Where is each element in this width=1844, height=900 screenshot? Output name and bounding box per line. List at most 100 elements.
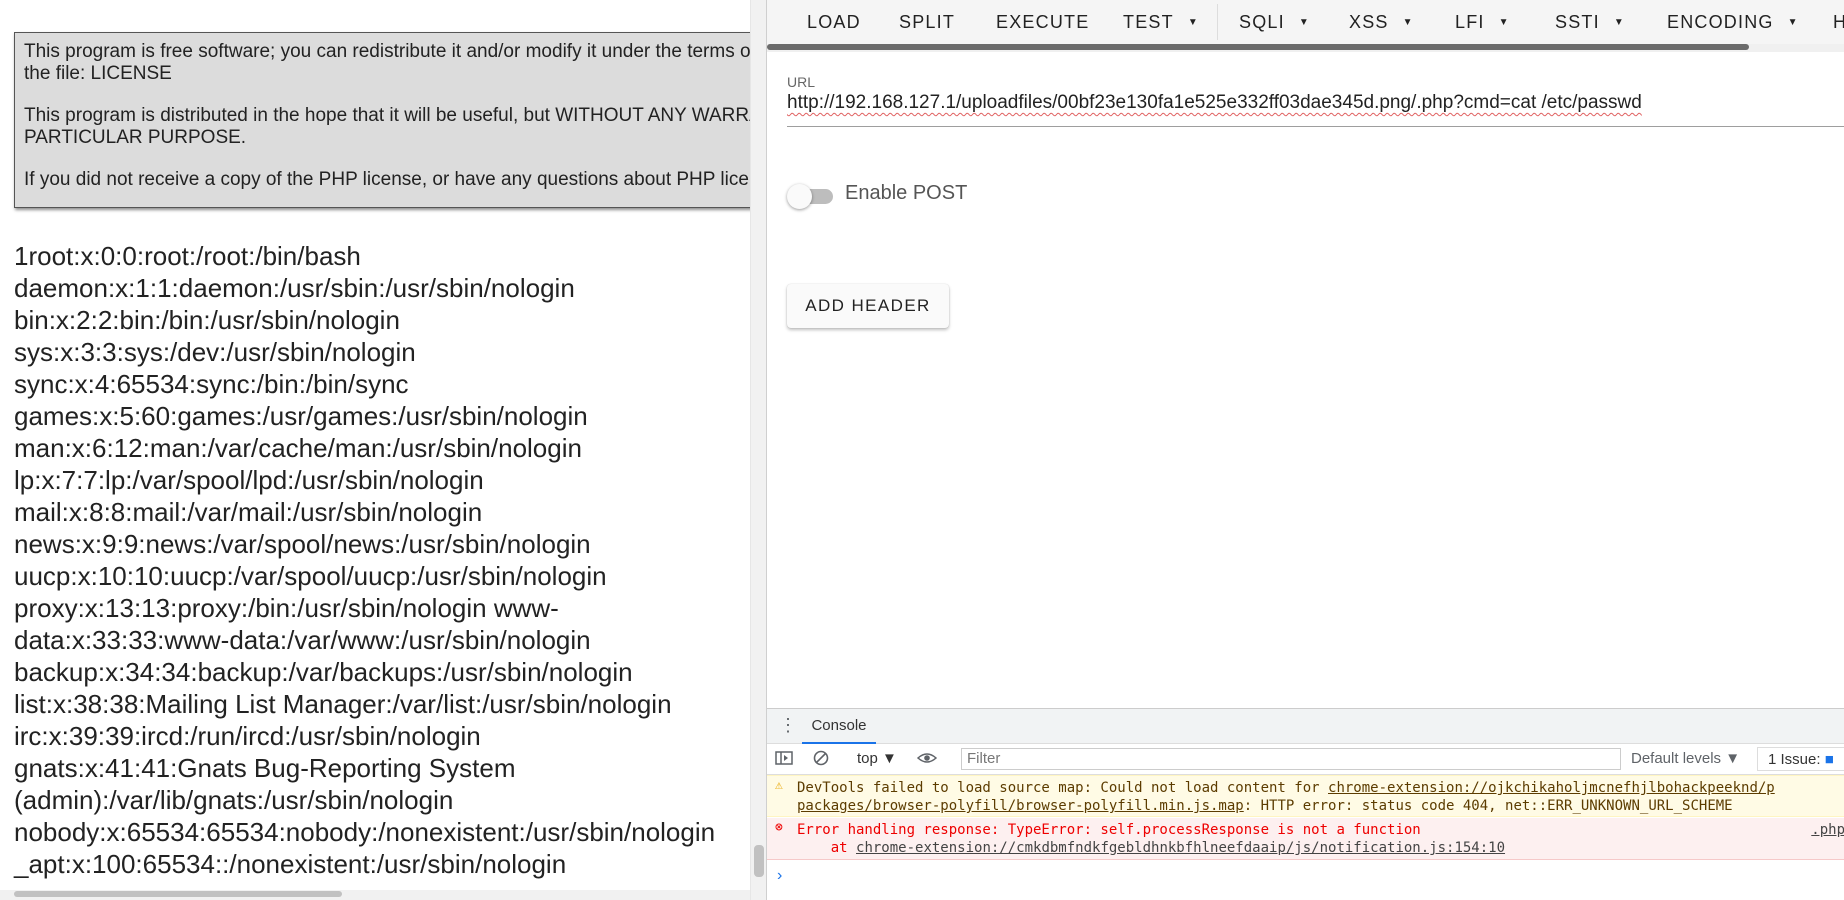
source-map-link[interactable]: chrome-extension://ojkchikaholjmcnefhjlb…	[1328, 780, 1775, 796]
sidebar-toggle-glyph	[775, 751, 793, 765]
xss-menu[interactable]: XSS ▼	[1349, 10, 1414, 34]
eye-glyph	[916, 753, 938, 763]
license-text-2b: PARTICULAR PURPOSE.	[24, 127, 247, 148]
console-drawer: ⋮ Console top ▼ Filter Default levels ▼ …	[767, 708, 1844, 900]
console-filter-input[interactable]: Filter	[961, 748, 1621, 770]
error-source-link[interactable]: .php	[1811, 821, 1844, 839]
license-text-1b: the file: LICENSE	[24, 63, 172, 84]
ssti-label: SSTI	[1555, 11, 1600, 32]
passwd-line: gnats:x:41:41:Gnats Bug-Reporting System	[14, 753, 516, 783]
horizontal-scrollbar[interactable]	[0, 890, 750, 900]
passwd-line: (admin):/var/lib/gnats:/usr/sbin/nologin	[14, 785, 454, 815]
passwd-line: news:x:9:9:news:/var/spool/news:/usr/sbi…	[14, 529, 591, 559]
caret-down-icon: ▼	[1402, 16, 1414, 28]
passwd-line: games:x:5:60:games:/usr/games:/usr/sbin/…	[14, 401, 588, 431]
warning-text: DevTools failed to load source map: Coul…	[797, 780, 1329, 796]
eye-icon[interactable]	[916, 750, 938, 771]
toolbar-scrollbar-thumb[interactable]	[767, 44, 1749, 50]
context-label: top	[857, 750, 878, 767]
warning-line-1: DevTools failed to load source map: Coul…	[797, 779, 1844, 797]
lfi-menu[interactable]: LFI ▼	[1455, 10, 1510, 34]
license-paragraph-1: This program is free software; you can r…	[24, 41, 750, 85]
error-icon: ⊗	[775, 820, 783, 835]
passwd-line: uucp:x:10:10:uucp:/var/spool/uucp:/usr/s…	[14, 561, 607, 591]
toolbar-scrollbar[interactable]	[767, 44, 1844, 52]
license-paragraph-3: If you did not receive a copy of the PHP…	[24, 169, 750, 191]
caret-down-icon: ▼	[1725, 750, 1741, 767]
horizontal-scrollbar-thumb[interactable]	[14, 891, 342, 897]
passwd-line: data:x:33:33:www-data:/var/www:/usr/sbin…	[14, 625, 591, 655]
command-output: 1root:x:0:0:root:/root:/bin/bash daemon:…	[14, 240, 750, 880]
execute-label: EXECUTE	[996, 11, 1090, 32]
tab-console-label: Console	[811, 717, 867, 734]
passwd-line: _apt:x:100:65534::/nonexistent:/usr/sbin…	[14, 849, 567, 879]
passwd-line: list:x:38:38:Mailing List Manager:/var/l…	[14, 689, 672, 719]
toggle-knob	[787, 184, 812, 209]
warning-icon: ⚠	[775, 778, 783, 793]
lfi-label: LFI	[1455, 11, 1485, 32]
encoding-label: ENCODING	[1667, 11, 1774, 32]
tab-console[interactable]: Console	[802, 709, 876, 744]
clear-console-icon[interactable]	[813, 750, 829, 771]
execute-button[interactable]: EXECUTE	[996, 10, 1089, 34]
passwd-line: 1root:x:0:0:root:/root:/bin/bash	[14, 241, 361, 271]
license-box: This program is free software; you can r…	[14, 32, 750, 208]
split-button[interactable]: SPLIT	[899, 10, 955, 34]
polyfill-map-link[interactable]: packages/browser-polyfill/browser-polyfi…	[797, 798, 1244, 814]
enable-post-toggle[interactable]	[787, 184, 833, 209]
license-paragraph-2: This program is distributed in the hope …	[24, 105, 750, 149]
error-stack-line: at chrome-extension://cmkdbmfndkfgebldhn…	[797, 839, 1844, 857]
clear-console-glyph	[813, 750, 829, 766]
add-header-button[interactable]: ADD HEADER	[787, 284, 949, 328]
passwd-line: nobody:x:65534:65534:nobody:/nonexistent…	[14, 817, 716, 847]
console-error-message: ⊗ Error handling response: TypeError: se…	[767, 818, 1844, 860]
passwd-line: proxy:x:13:13:proxy:/bin:/usr/sbin/nolog…	[14, 593, 559, 623]
enable-post-label: Enable POST	[845, 182, 968, 204]
url-label: URL	[787, 74, 816, 90]
hashing-menu[interactable]: H	[1833, 10, 1844, 34]
license-text-1a: This program is free software; you can r…	[24, 41, 750, 62]
hackbar-panel: LOAD SPLIT EXECUTE TEST ▼ SQLI ▼ XSS ▼ LFI ▼…	[766, 0, 1844, 900]
context-select[interactable]: top ▼	[857, 750, 897, 767]
issues-button[interactable]: 1 Issue: ■	[1757, 747, 1844, 771]
caret-down-icon: ▼	[1613, 16, 1625, 28]
passwd-line: mail:x:8:8:mail:/var/mail:/usr/sbin/nolo…	[14, 497, 483, 527]
passwd-line: sys:x:3:3:sys:/dev:/usr/sbin/nologin	[14, 337, 416, 367]
issues-label: 1 Issue:	[1768, 750, 1821, 768]
passwd-line: backup:x:34:34:backup:/var/backups:/usr/…	[14, 657, 633, 687]
load-button[interactable]: LOAD	[807, 10, 861, 34]
notification-script-link[interactable]: chrome-extension://cmkdbmfndkfgebldhnkbf…	[856, 840, 1505, 856]
sidebar-toggle-icon[interactable]	[775, 750, 793, 771]
passwd-line: daemon:x:1:1:daemon:/usr/sbin:/usr/sbin/…	[14, 273, 575, 303]
load-label: LOAD	[807, 11, 861, 32]
vertical-scrollbar-thumb[interactable]	[754, 845, 764, 877]
console-warning-message: ⚠ DevTools failed to load source map: Co…	[767, 775, 1844, 817]
vertical-scrollbar[interactable]	[750, 0, 766, 900]
log-levels-dropdown[interactable]: Default levels ▼	[1631, 750, 1740, 767]
console-toolbar: top ▼ Filter Default levels ▼ 1 Issue: ■	[767, 744, 1844, 775]
console-prompt-icon[interactable]: ›	[777, 867, 782, 885]
toolbar-divider	[1217, 4, 1218, 40]
error-stack-prefix: at	[797, 840, 857, 856]
xss-label: XSS	[1349, 11, 1389, 32]
test-menu[interactable]: TEST ▼	[1123, 10, 1199, 34]
caret-down-icon: ▼	[882, 750, 897, 767]
passwd-line: man:x:6:12:man:/var/cache/man:/usr/sbin/…	[14, 433, 582, 463]
ssti-menu[interactable]: SSTI ▼	[1555, 10, 1625, 34]
encoding-menu[interactable]: ENCODING ▼	[1667, 10, 1799, 34]
passwd-line: irc:x:39:39:ircd:/run/ircd:/usr/sbin/nol…	[14, 721, 481, 751]
warning-line-2: packages/browser-polyfill/browser-polyfi…	[797, 797, 1844, 815]
caret-down-icon: ▼	[1298, 16, 1310, 28]
sqli-menu[interactable]: SQLI ▼	[1239, 10, 1310, 34]
log-levels-label: Default levels	[1631, 750, 1722, 767]
passwd-line: lp:x:7:7:lp:/var/spool/lpd:/usr/sbin/nol…	[14, 465, 484, 495]
license-text-2a: This program is distributed in the hope …	[24, 105, 750, 126]
caret-down-icon: ▼	[1498, 16, 1510, 28]
hashing-label: H	[1833, 12, 1844, 33]
page-content: This program is free software; you can r…	[0, 0, 750, 900]
url-input[interactable]: http://192.168.127.1/uploadfiles/00bf23e…	[787, 92, 1642, 114]
hackbar-toolbar: LOAD SPLIT EXECUTE TEST ▼ SQLI ▼ XSS ▼ LFI ▼…	[767, 0, 1844, 52]
more-vertical-icon[interactable]: ⋮	[779, 715, 797, 736]
issue-message-icon: ■	[1824, 750, 1834, 768]
url-input-underline	[787, 126, 1844, 127]
